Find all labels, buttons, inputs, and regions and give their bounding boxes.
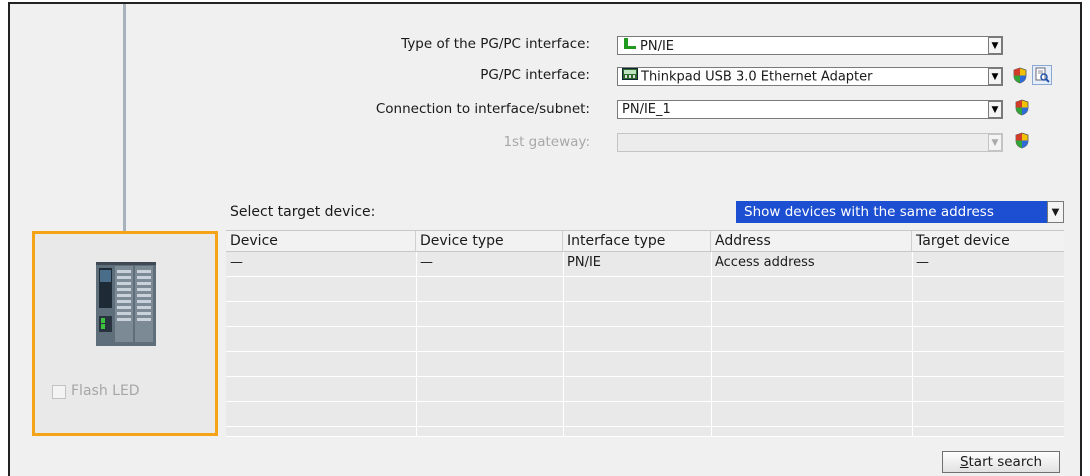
column-divider [416, 252, 417, 437]
start-search-button[interactable]: Start search [942, 451, 1060, 473]
connection-subnet-value: PN/IE_1 [622, 102, 671, 117]
select-target-device-label: Select target device: [230, 204, 376, 220]
network-green-icon [622, 37, 638, 54]
first-gateway-label: 1st gateway: [503, 134, 590, 150]
pgpc-interface-select[interactable]: Thinkpad USB 3.0 Ethernet Adapter [617, 67, 1003, 86]
shield-icon[interactable] [1014, 99, 1030, 116]
cell-device: — [230, 255, 243, 270]
table-row [226, 352, 1064, 377]
connection-subnet-dropdown-arrow[interactable]: ▼ [988, 101, 1002, 118]
pgpc-interface-label: PG/PC interface: [480, 67, 590, 83]
cell-interface-type: PN/IE [567, 255, 601, 270]
table-row [226, 327, 1064, 352]
cell-address: Access address [715, 255, 815, 270]
connection-line [123, 4, 126, 262]
column-header-interface-type[interactable]: Interface type [563, 231, 711, 252]
device-filter-value: Show devices with the same address [744, 204, 994, 220]
table-row [226, 302, 1064, 327]
column-divider [711, 252, 712, 437]
network-adapter-icon [622, 68, 638, 85]
flash-led-checkbox[interactable] [52, 385, 66, 399]
plc-device-icon [96, 262, 156, 350]
first-gateway-select [617, 133, 1003, 152]
device-image-panel: Flash LED [32, 231, 218, 436]
properties-icon[interactable] [1032, 65, 1052, 85]
table-row [226, 427, 1064, 437]
device-filter-select[interactable]: Show devices with the same address [736, 201, 1052, 223]
table-row [226, 277, 1064, 302]
cell-target-device: — [916, 255, 929, 270]
interface-type-dropdown-arrow[interactable]: ▼ [988, 37, 1002, 54]
pgpc-interface-value: Thinkpad USB 3.0 Ethernet Adapter [641, 69, 873, 85]
interface-type-select[interactable]: PN/IE [617, 36, 1003, 55]
flash-led-label: Flash LED [71, 383, 140, 399]
table-row[interactable]: — — PN/IE Access address — [226, 252, 1064, 277]
device-filter-dropdown-arrow[interactable]: ▼ [1047, 201, 1064, 223]
connection-subnet-label: Connection to interface/subnet: [375, 101, 590, 117]
shield-icon[interactable] [1012, 67, 1028, 84]
column-header-address[interactable]: Address [711, 231, 912, 252]
column-divider [912, 252, 913, 437]
table-row [226, 402, 1064, 427]
first-gateway-dropdown-arrow: ▼ [988, 134, 1002, 151]
interface-type-value: PN/IE [640, 39, 674, 54]
column-header-target-device[interactable]: Target device [912, 231, 1064, 252]
target-device-table: Device Device type Interface type Addres… [226, 230, 1064, 437]
column-header-device[interactable]: Device [226, 231, 416, 252]
table-row [226, 377, 1064, 402]
shield-icon[interactable] [1014, 132, 1030, 149]
column-divider [563, 252, 564, 437]
cell-device-type: — [420, 255, 433, 270]
pgpc-interface-dropdown-arrow[interactable]: ▼ [988, 68, 1002, 85]
interface-type-label: Type of the PG/PC interface: [401, 36, 590, 52]
connection-subnet-select[interactable]: PN/IE_1 [617, 100, 1003, 119]
start-search-mnemonic: S [959, 454, 969, 470]
start-search-label: tart search [968, 454, 1043, 470]
column-header-device-type[interactable]: Device type [416, 231, 563, 252]
